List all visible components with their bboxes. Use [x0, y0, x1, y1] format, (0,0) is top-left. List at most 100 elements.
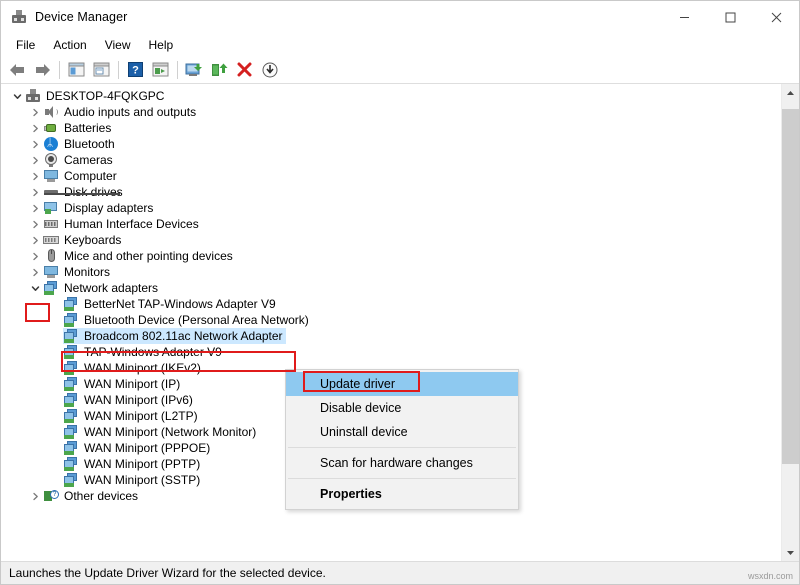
tree-row-label: Bluetooth — [64, 136, 118, 152]
speaker-icon — [43, 104, 59, 120]
network-adapter-icon — [63, 376, 79, 392]
tree-row[interactable]: Mice and other pointing devices — [1, 248, 781, 264]
chevron-right-icon[interactable] — [27, 184, 43, 200]
maximize-button[interactable] — [707, 1, 753, 33]
chevron-right-icon[interactable] — [27, 232, 43, 248]
tree-row[interactable]: Network adapters — [1, 280, 781, 296]
chevron-right-icon[interactable] — [27, 488, 43, 504]
tree-row-label: Cameras — [64, 152, 116, 168]
tree-row[interactable]: Computer — [1, 168, 781, 184]
toolbar-separator — [177, 61, 178, 79]
uninstall-device-icon[interactable] — [232, 58, 257, 81]
back-arrow-icon[interactable] — [5, 58, 30, 81]
computer-root-icon — [25, 88, 41, 104]
chevron-right-icon[interactable] — [27, 200, 43, 216]
chevron-right-icon[interactable] — [27, 120, 43, 136]
title-bar: Device Manager — [1, 1, 799, 33]
show-hide-console-tree-icon[interactable] — [64, 58, 89, 81]
tree-row[interactable]: Audio inputs and outputs — [1, 104, 781, 120]
display-adapter-icon — [43, 200, 59, 216]
chevron-right-icon[interactable] — [27, 248, 43, 264]
tree-row-content: WAN Miniport (IP) — [63, 376, 183, 392]
chevron-down-icon[interactable] — [9, 88, 25, 104]
tree-row-content: Audio inputs and outputs — [43, 104, 199, 120]
network-adapter-icon — [63, 392, 79, 408]
tree-row[interactable]: Broadcom 802.11ac Network Adapter — [1, 328, 781, 344]
context-menu-item-uninstall-device[interactable]: Uninstall device — [286, 420, 518, 444]
context-menu-separator — [288, 478, 516, 479]
network-adapter-icon — [63, 456, 79, 472]
camera-icon — [43, 152, 59, 168]
context-menu-item-update-driver[interactable]: Update driver — [286, 372, 518, 396]
vertical-scrollbar[interactable] — [781, 84, 799, 561]
chevron-right-icon[interactable] — [27, 136, 43, 152]
tree-row-label: WAN Miniport (Network Monitor) — [84, 424, 259, 440]
tree-row[interactable]: Keyboards — [1, 232, 781, 248]
menu-help[interactable]: Help — [140, 35, 183, 55]
window-controls — [661, 1, 799, 33]
tree-row-label: TAP-Windows Adapter V9 — [84, 344, 225, 360]
tree-row[interactable]: Batteries — [1, 120, 781, 136]
chevron-right-icon[interactable] — [27, 168, 43, 184]
tree-row-label: Broadcom 802.11ac Network Adapter — [84, 328, 286, 344]
tree-row[interactable]: DESKTOP-4FQKGPC — [1, 88, 781, 104]
tree-row[interactable]: Monitors — [1, 264, 781, 280]
scrollbar-thumb[interactable] — [782, 109, 799, 464]
tree-row-label: WAN Miniport (PPPOE) — [84, 440, 213, 456]
close-button[interactable] — [753, 1, 799, 33]
chevron-right-icon[interactable] — [27, 264, 43, 280]
tree-row-content: WAN Miniport (PPPOE) — [63, 440, 213, 456]
tree-row-content: DESKTOP-4FQKGPC — [25, 88, 167, 104]
scrollbar-track[interactable] — [782, 101, 799, 544]
view-icon[interactable] — [148, 58, 173, 81]
tree-row-content: Cameras — [43, 152, 116, 168]
properties-icon[interactable] — [89, 58, 114, 81]
chevron-right-icon[interactable] — [27, 216, 43, 232]
tree-row-label: WAN Miniport (L2TP) — [84, 408, 201, 424]
minimize-button[interactable] — [661, 1, 707, 33]
scroll-up-arrow-icon[interactable] — [782, 84, 799, 101]
chevron-down-icon[interactable] — [27, 280, 43, 296]
tree-row-content: ?Other devices — [43, 488, 141, 504]
tree-row-content: ᛦBluetooth — [43, 136, 118, 152]
menu-file[interactable]: File — [7, 35, 44, 55]
forward-arrow-icon[interactable] — [30, 58, 55, 81]
tree-row[interactable]: BetterNet TAP-Windows Adapter V9 — [1, 296, 781, 312]
network-adapter-icon — [63, 296, 79, 312]
context-menu-item-scan-for-hardware-changes[interactable]: Scan for hardware changes — [286, 451, 518, 475]
help-icon[interactable]: ? — [123, 58, 148, 81]
keyboard-icon — [43, 232, 59, 248]
monitor-icon — [43, 264, 59, 280]
chevron-right-icon[interactable] — [27, 104, 43, 120]
tree-row-content: Disk drives — [43, 184, 126, 200]
tree-row[interactable]: ᛦBluetooth — [1, 136, 781, 152]
mouse-icon — [43, 248, 59, 264]
tree-row[interactable]: Display adapters — [1, 200, 781, 216]
tree-row-content: WAN Miniport (IPv6) — [63, 392, 196, 408]
tree-row-content: WAN Miniport (IKEv2) — [63, 360, 204, 376]
toolbar-separator — [118, 61, 119, 79]
hid-icon — [43, 216, 59, 232]
tree-row[interactable]: Disk drives — [1, 184, 781, 200]
menu-view[interactable]: View — [96, 35, 140, 55]
tree-row[interactable]: Cameras — [1, 152, 781, 168]
tree-row-content: Network adapters — [43, 280, 161, 296]
chevron-right-icon[interactable] — [27, 152, 43, 168]
context-menu[interactable]: Update driver Disable device Uninstall d… — [285, 369, 519, 510]
disable-device-icon[interactable] — [257, 58, 282, 81]
update-driver-icon[interactable] — [207, 58, 232, 81]
toolbar: ? — [1, 56, 799, 84]
scroll-down-arrow-icon[interactable] — [782, 544, 799, 561]
context-menu-item-properties[interactable]: Properties — [286, 482, 518, 506]
tree-row[interactable]: TAP-Windows Adapter V9 — [1, 344, 781, 360]
tree-row[interactable]: Human Interface Devices — [1, 216, 781, 232]
context-menu-item-disable-device[interactable]: Disable device — [286, 396, 518, 420]
tree-row[interactable]: Bluetooth Device (Personal Area Network) — [1, 312, 781, 328]
tree-row-label: Other devices — [64, 488, 141, 504]
scan-hardware-changes-icon[interactable] — [182, 58, 207, 81]
toolbar-separator — [59, 61, 60, 79]
tree-row-content: Monitors — [43, 264, 113, 280]
menu-action[interactable]: Action — [44, 35, 95, 55]
tree-row-content: Keyboards — [43, 232, 124, 248]
tree-row-label: Disk drives — [64, 184, 126, 200]
